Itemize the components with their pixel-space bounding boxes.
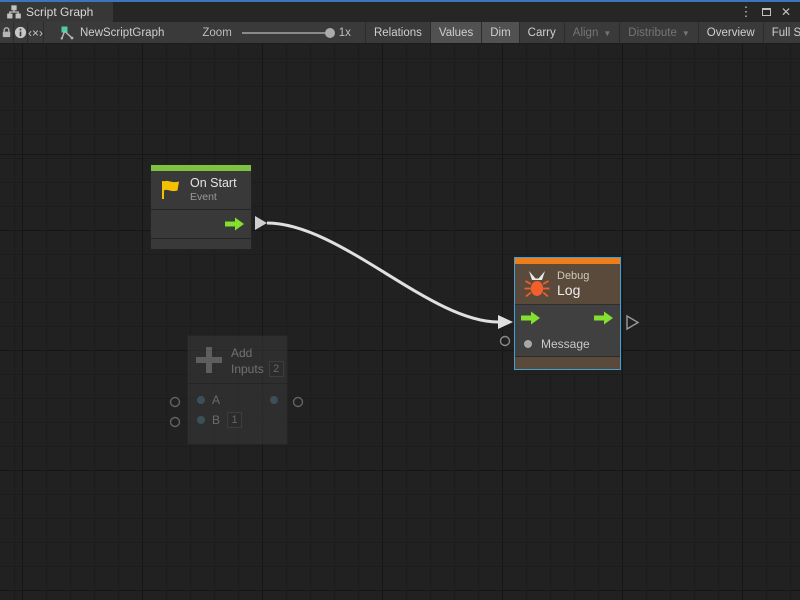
embed-source-button[interactable]: ‹×›: [28, 22, 44, 43]
overview-button[interactable]: Overview: [699, 22, 764, 43]
wire-arrowhead: [498, 315, 513, 329]
flow-output-arrow-icon[interactable]: [225, 218, 244, 231]
debuglog-message-outer-port[interactable]: [501, 337, 510, 346]
add-body: A B 1: [188, 383, 287, 444]
graph-canvas[interactable]: On Start Event Debug: [0, 44, 800, 600]
result-port-dot[interactable]: [270, 396, 278, 404]
node-title: Add: [231, 345, 284, 361]
debuglog-output-port[interactable]: [627, 316, 638, 329]
add-port-row-b: B 1: [188, 410, 287, 430]
tab-title: Script Graph: [26, 5, 93, 19]
tab-bar: Script Graph ⋮ ✕: [0, 2, 800, 22]
window-menu-icon[interactable]: ⋮: [738, 4, 754, 20]
onstart-output-port[interactable]: [255, 216, 267, 230]
graph-toolbar: ‹×› NewScriptGraph Zoom 1x Relations Val…: [0, 22, 800, 44]
message-port-dot[interactable]: [524, 340, 532, 348]
flow-input-arrow-icon[interactable]: [521, 312, 540, 325]
flow-output-arrow-icon[interactable]: [594, 312, 613, 325]
node-title: On Start: [190, 176, 237, 191]
port-a-dot[interactable]: [197, 396, 205, 404]
code-icon: ‹×›: [28, 26, 43, 40]
node-title: Log: [557, 283, 589, 298]
chevron-down-icon: ▼: [682, 29, 690, 38]
add-b-outer-port[interactable]: [171, 418, 180, 427]
zoom-slider[interactable]: [242, 32, 330, 34]
debug-log-message-row: Message: [515, 331, 620, 356]
bug-icon: [524, 271, 550, 298]
lock-icon: [0, 26, 13, 39]
debug-log-header: Debug Log: [515, 264, 620, 304]
on-start-footer: [151, 238, 251, 249]
graph-hierarchy-icon: [7, 5, 21, 19]
connections-overlay: [0, 44, 800, 600]
script-graph-asset-icon: [60, 26, 74, 40]
connection-wire[interactable]: [267, 223, 498, 322]
debug-log-footer: [515, 356, 620, 369]
node-subtitle: Event: [190, 191, 237, 204]
node-on-start[interactable]: On Start Event: [150, 164, 252, 250]
graph-name-label: NewScriptGraph: [80, 27, 164, 39]
zoom-label: Zoom: [202, 27, 231, 39]
plus-icon: [196, 347, 222, 373]
inputs-label: Inputs: [231, 361, 264, 377]
script-graph-window: Script Graph ⋮ ✕ ‹×›: [0, 0, 800, 600]
values-button[interactable]: Values: [431, 22, 482, 43]
port-a-label: A: [212, 393, 220, 407]
message-port-label: Message: [541, 337, 590, 351]
graph-asset[interactable]: NewScriptGraph: [60, 22, 164, 43]
window-controls: ⋮ ✕: [738, 2, 800, 22]
add-result-outer-port[interactable]: [294, 398, 303, 407]
zoom-slider-handle[interactable]: [325, 28, 335, 38]
add-a-outer-port[interactable]: [171, 398, 180, 407]
carry-button[interactable]: Carry: [520, 22, 565, 43]
node-add[interactable]: Add Inputs 2 A B 1: [187, 335, 288, 445]
port-b-value-field[interactable]: 1: [227, 412, 242, 428]
full-screen-button[interactable]: Full S: [764, 22, 800, 43]
debug-log-flow-row: [515, 304, 620, 331]
distribute-dropdown[interactable]: Distribute ▼: [620, 22, 699, 43]
add-header: Add Inputs 2: [188, 336, 287, 383]
node-debug-log[interactable]: Debug Log Message: [514, 257, 621, 370]
dim-button[interactable]: Dim: [482, 22, 519, 43]
inputs-count-field[interactable]: 2: [269, 361, 284, 377]
relations-button[interactable]: Relations: [366, 22, 431, 43]
close-icon[interactable]: ✕: [778, 4, 794, 20]
info-icon: [14, 26, 27, 39]
info-button[interactable]: [14, 22, 28, 43]
on-start-body: [151, 209, 251, 238]
port-b-dot[interactable]: [197, 416, 205, 424]
align-dropdown[interactable]: Align ▼: [565, 22, 621, 43]
add-port-row-a: A: [188, 390, 287, 410]
zoom-value: 1x: [339, 27, 351, 39]
flag-icon: [159, 179, 183, 201]
maximize-icon[interactable]: [758, 4, 774, 20]
tab-script-graph[interactable]: Script Graph: [0, 2, 113, 22]
zoom-control: Zoom 1x: [202, 22, 351, 43]
chevron-down-icon: ▼: [603, 29, 611, 38]
lock-button[interactable]: [0, 22, 14, 43]
port-b-label: B: [212, 413, 220, 427]
toolbar-toggles: Relations Values Dim Carry Align ▼ Distr…: [365, 22, 800, 43]
on-start-header: On Start Event: [151, 171, 251, 209]
